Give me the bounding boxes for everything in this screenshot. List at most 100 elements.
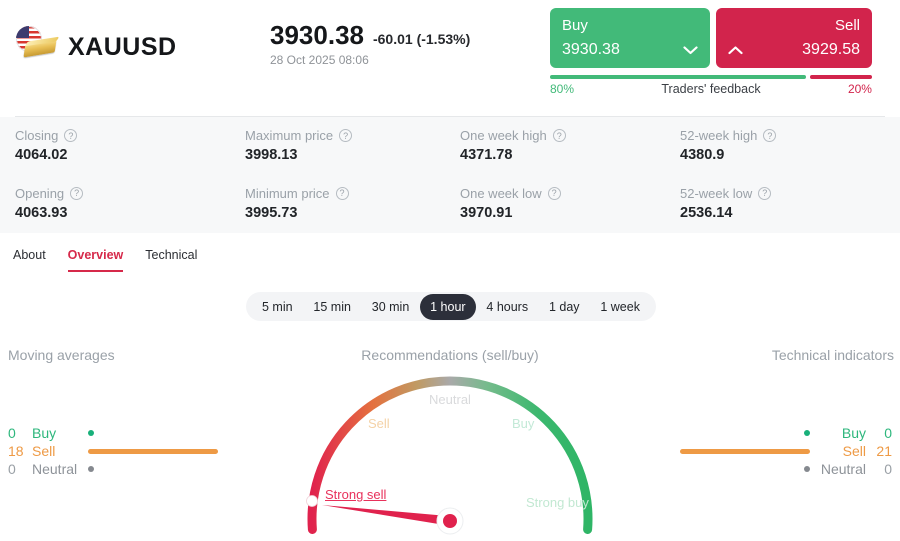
ti-sell-count: 21 bbox=[876, 443, 892, 459]
stat-value: 3995.73 bbox=[245, 204, 298, 221]
ti-sell-label: Sell bbox=[842, 443, 866, 459]
timeframe-30-min[interactable]: 30 min bbox=[362, 294, 420, 320]
recommendation-gauge: Neutral Sell Buy Strong sell Strong buy bbox=[300, 368, 600, 541]
technical-indicators-buy-row: Buy 0 bbox=[670, 424, 892, 442]
neutral-indicator-dot bbox=[88, 466, 94, 472]
help-icon[interactable]: ? bbox=[758, 186, 772, 200]
tab-about[interactable]: About bbox=[13, 248, 46, 272]
tab-bar: About Overview Technical bbox=[13, 248, 197, 272]
timeframe-15-min[interactable]: 15 min bbox=[303, 294, 361, 320]
help-icon[interactable]: ? bbox=[70, 186, 84, 200]
ma-neutral-count: 0 bbox=[8, 461, 16, 477]
ti-sell-bar bbox=[670, 448, 810, 454]
price-timestamp: 28 Oct 2025 08:06 bbox=[270, 53, 369, 67]
ti-neutral-bar bbox=[670, 466, 810, 472]
timeframe-1-week[interactable]: 1 week bbox=[590, 294, 650, 320]
stat-value: 3970.91 bbox=[460, 204, 513, 221]
stat-label: Opening bbox=[15, 185, 65, 201]
stat-value: 4064.02 bbox=[15, 147, 68, 163]
ma-neutral-bar bbox=[88, 466, 228, 472]
moving-averages-title: Moving averages bbox=[8, 347, 115, 363]
gauge-needle bbox=[322, 505, 451, 526]
ma-sell-bar bbox=[88, 448, 228, 454]
ti-neutral-count: 0 bbox=[884, 461, 892, 477]
help-icon[interactable]: ? bbox=[339, 129, 353, 142]
gold-usd-icon bbox=[16, 26, 62, 68]
timeframe-5-min[interactable]: 5 min bbox=[252, 294, 303, 320]
buy-indicator-dot bbox=[88, 430, 94, 436]
stat-cell: Maximum price? 3998.13 bbox=[245, 128, 460, 176]
help-icon[interactable]: ? bbox=[763, 129, 777, 142]
moving-averages-panel: 0 Buy 18 Sell 0 Neutral bbox=[8, 424, 228, 478]
gauge-label-strong-buy: Strong buy bbox=[526, 495, 589, 510]
xauusd-overview-page: XAUUSD 3930.38 -60.01 (-1.53%) 28 Oct 20… bbox=[0, 0, 900, 541]
last-price: 3930.38 bbox=[270, 20, 364, 50]
ma-buy-label: Buy bbox=[32, 425, 57, 441]
stat-cell: 52-week high? 4380.9 bbox=[680, 128, 885, 176]
ma-sell-count: 18 bbox=[8, 443, 24, 459]
feedback-buy-percent: 80% bbox=[550, 82, 575, 96]
technical-indicators-sell-row: Sell 21 bbox=[670, 442, 892, 460]
stat-value: 3998.13 bbox=[245, 147, 298, 163]
gauge-pointer-dot bbox=[306, 495, 318, 507]
gauge-label-buy: Buy bbox=[512, 416, 535, 431]
recommendations-title: Recommendations (sell/buy) bbox=[361, 347, 539, 363]
stat-value: 4380.9 bbox=[680, 147, 725, 163]
sell-button[interactable]: Sell 3929.58 bbox=[716, 8, 872, 68]
ti-buy-count: 0 bbox=[884, 425, 892, 441]
buy-price: 3930.38 bbox=[562, 41, 620, 58]
technical-indicators-neutral-row: Neutral 0 bbox=[670, 460, 892, 478]
timeframe-1-day[interactable]: 1 day bbox=[539, 294, 590, 320]
stat-cell: Minimum price? 3995.73 bbox=[245, 186, 460, 234]
stat-value: 2536.14 bbox=[680, 204, 733, 221]
stat-label: One week high bbox=[460, 128, 547, 143]
buy-button-label: Buy bbox=[562, 17, 588, 34]
technical-indicators-panel: Buy 0 Sell 21 Neutral 0 bbox=[670, 424, 892, 478]
technical-indicators-title: Technical indicators bbox=[771, 347, 894, 363]
instrument-symbol: XAUUSD bbox=[68, 33, 177, 61]
stat-value: 4063.93 bbox=[15, 204, 68, 221]
timeframe-1-hour[interactable]: 1 hour bbox=[420, 293, 476, 320]
ma-buy-count: 0 bbox=[8, 425, 16, 441]
gauge-hub bbox=[443, 514, 457, 528]
gauge-label-neutral: Neutral bbox=[429, 392, 471, 407]
stat-label: 52-week high bbox=[680, 128, 758, 143]
help-icon[interactable]: ? bbox=[64, 129, 78, 142]
ti-buy-bar bbox=[670, 430, 810, 436]
stat-label: 52-week low bbox=[680, 185, 753, 201]
help-icon[interactable]: ? bbox=[335, 186, 349, 200]
help-icon[interactable]: ? bbox=[547, 186, 561, 200]
stat-label: One week low bbox=[460, 185, 542, 201]
sell-price: 3929.58 bbox=[802, 41, 860, 58]
sell-button-label: Sell bbox=[834, 17, 860, 34]
ti-neutral-label: Neutral bbox=[820, 461, 866, 477]
stat-label: Closing bbox=[15, 128, 59, 143]
stats-grid: Closing? 4064.02 Maximum price? 3998.13 One … bbox=[0, 117, 900, 233]
gauge-label-strong-sell[interactable]: Strong sell bbox=[325, 487, 386, 502]
traders-feedback: 80% Traders' feedback 20% bbox=[550, 82, 872, 96]
ti-buy-label: Buy bbox=[841, 425, 866, 441]
tab-overview[interactable]: Overview bbox=[67, 248, 124, 272]
ma-buy-bar bbox=[88, 430, 228, 436]
header: XAUUSD 3930.38 -60.01 (-1.53%) 28 Oct 20… bbox=[0, 0, 900, 116]
stat-value: 4371.78 bbox=[460, 147, 513, 163]
tab-technical[interactable]: Technical bbox=[145, 248, 197, 272]
stat-label: Minimum price bbox=[245, 185, 330, 201]
help-icon[interactable]: ? bbox=[552, 129, 566, 142]
ma-neutral-label: Neutral bbox=[32, 461, 78, 477]
buy-button[interactable]: Buy 3930.38 bbox=[550, 8, 710, 68]
price-block: 3930.38 -60.01 (-1.53%) 28 Oct 2025 08:0… bbox=[270, 20, 470, 67]
price-change: -60.01 (-1.53%) bbox=[372, 31, 471, 47]
feedback-sell-bar bbox=[810, 75, 872, 79]
moving-averages-neutral-row: 0 Neutral bbox=[8, 460, 228, 478]
feedback-sell-percent: 20% bbox=[847, 82, 872, 96]
timeframe-4-hours[interactable]: 4 hours bbox=[476, 294, 538, 320]
ma-sell-label: Sell bbox=[32, 443, 56, 459]
chevron-down-icon bbox=[683, 45, 698, 55]
stat-cell: One week high? 4371.78 bbox=[460, 128, 680, 176]
stat-label: Maximum price bbox=[245, 128, 334, 143]
sell-indicator-bar bbox=[680, 448, 810, 454]
stat-cell: 52-week low? 2536.14 bbox=[680, 186, 885, 234]
sell-indicator-bar bbox=[88, 448, 218, 454]
moving-averages-buy-row: 0 Buy bbox=[8, 424, 228, 442]
